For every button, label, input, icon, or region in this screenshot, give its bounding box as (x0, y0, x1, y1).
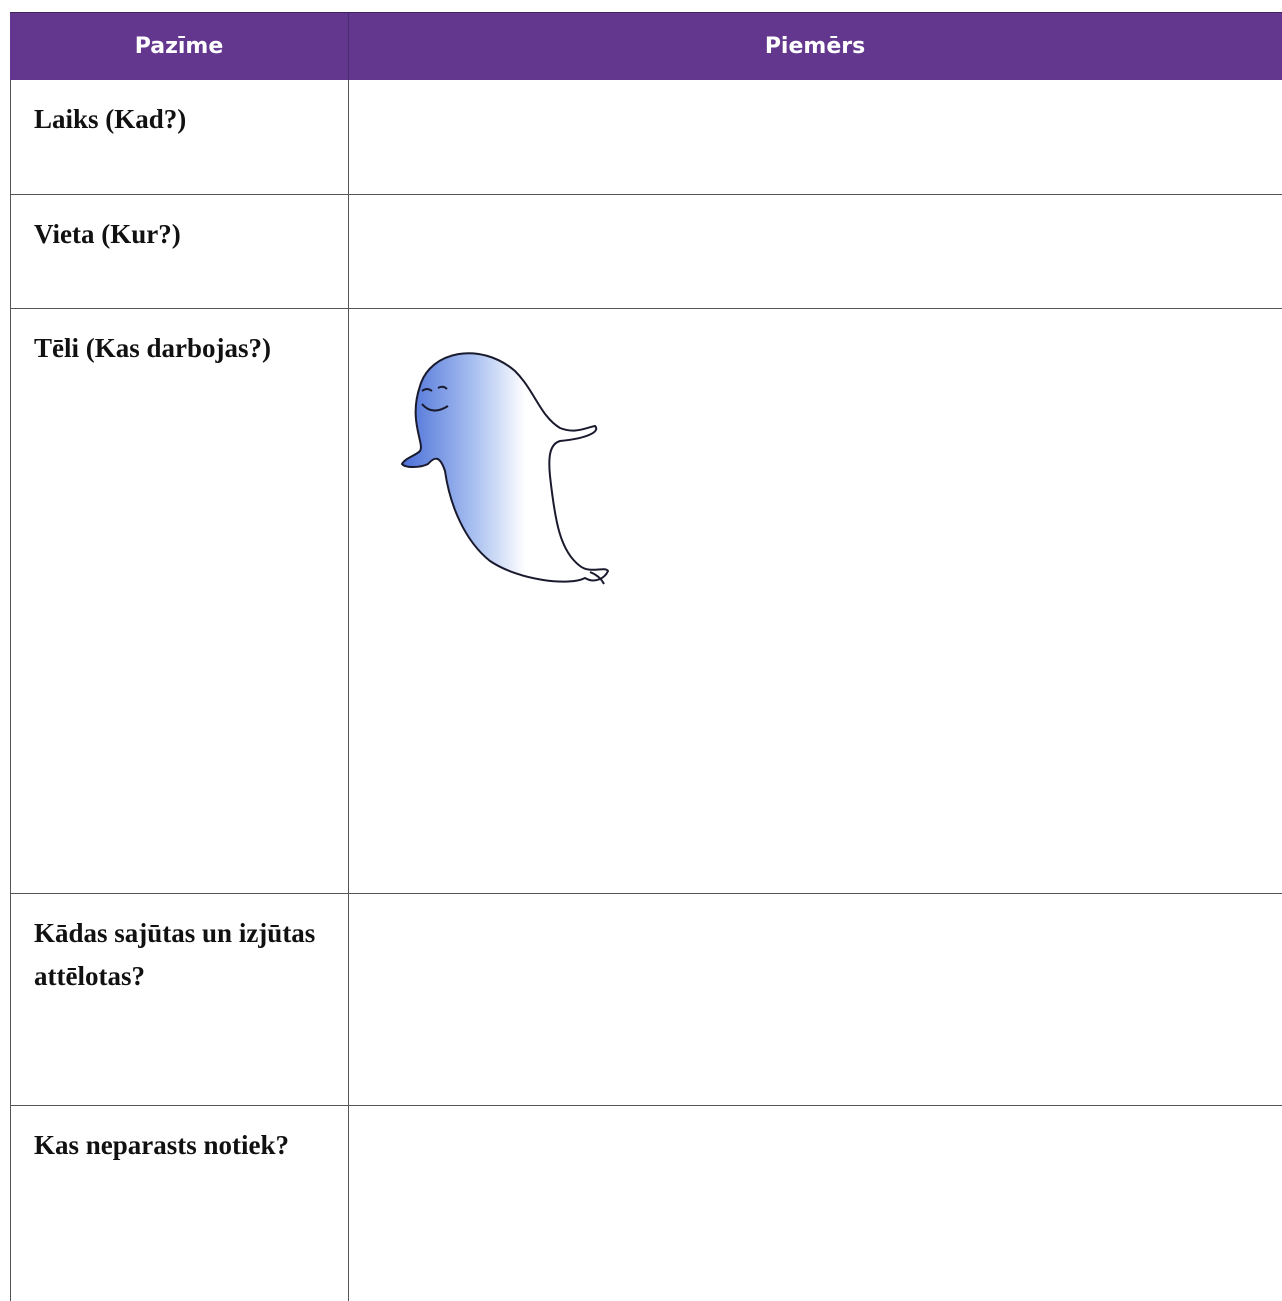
table-row-place: Vieta (Kur?) (10, 195, 1282, 309)
answer-cell-unusual[interactable] (349, 1106, 1282, 1301)
row-label-characters: Tēli (Kas darbojas?) (34, 333, 272, 363)
table-row-time: Laiks (Kad?) (10, 80, 1282, 195)
answer-cell-time[interactable] (349, 80, 1282, 194)
table-header-row: Pazīme Piemērs (10, 12, 1282, 81)
table-row-characters: Tēli (Kas darbojas?) (10, 309, 1282, 894)
answer-cell-feelings[interactable] (349, 894, 1282, 1105)
features-table: Pazīme Piemērs Laiks (Kad?) Vieta (Kur?)… (10, 12, 1282, 1301)
row-label-place: Vieta (Kur?) (34, 219, 181, 249)
answer-cell-place[interactable] (349, 195, 1282, 308)
row-label-unusual: Kas neparasts notiek? (34, 1130, 290, 1160)
row-label-feelings: Kādas sajūtas un izjūtas attēlotas? (34, 918, 316, 991)
ghost-illustration (400, 352, 610, 585)
table-row-feelings: Kādas sajūtas un izjūtas attēlotas? (10, 894, 1282, 1106)
ghost-body (400, 352, 610, 583)
row-label-time: Laiks (Kad?) (34, 104, 187, 134)
header-feature: Pazīme (134, 34, 224, 59)
header-example: Piemērs (764, 34, 866, 59)
table-row-unusual: Kas neparasts notiek? (10, 1106, 1282, 1301)
